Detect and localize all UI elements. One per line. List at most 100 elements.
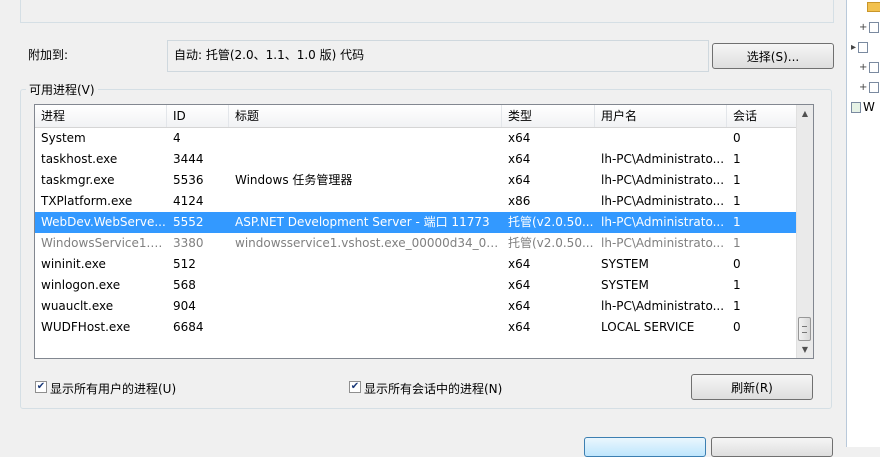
cell-user: lh-PC\Administrato... <box>601 215 725 229</box>
cell-type: x64 <box>508 257 531 271</box>
file-icon[interactable]: + <box>859 82 880 93</box>
cell-process: TXPlatform.exe <box>41 194 133 208</box>
column-header-title[interactable]: 标题 <box>229 105 502 127</box>
solution-explorer-panel: + ▸ + + W <box>846 0 880 447</box>
attach-button[interactable] <box>584 437 706 457</box>
cell-user: lh-PC\Administrato... <box>601 152 725 166</box>
column-header-process[interactable]: 进程 <box>35 105 167 127</box>
cell-process: taskmgr.exe <box>41 173 115 187</box>
cell-session: 1 <box>733 215 741 229</box>
table-row[interactable]: WindowsService1.v... 3380 windowsservice1.… <box>35 233 797 254</box>
cell-type: x86 <box>508 194 531 208</box>
cell-process: winlogon.exe <box>41 278 121 292</box>
cell-id: 5536 <box>173 173 204 187</box>
scroll-up-icon[interactable]: ▲ <box>797 105 813 122</box>
scroll-down-icon[interactable]: ▼ <box>797 341 813 358</box>
cell-title <box>229 149 502 170</box>
cell-session: 0 <box>733 131 741 145</box>
cell-type: x64 <box>508 278 531 292</box>
table-row[interactable]: wininit.exe 512 x64 SYSTEM 0 <box>35 254 797 275</box>
cell-user: SYSTEM <box>601 278 649 292</box>
vertical-scrollbar[interactable]: ▲ ▼ <box>796 105 813 358</box>
column-header-id[interactable]: ID <box>167 105 229 127</box>
cell-id: 904 <box>173 299 196 313</box>
cell-id: 4 <box>173 131 181 145</box>
cell-user: lh-PC\Administrato... <box>601 236 725 250</box>
show-all-sessions-checkbox[interactable]: ✔ <box>349 381 361 393</box>
cell-type: x64 <box>508 131 531 145</box>
column-header-type[interactable]: 类型 <box>502 105 595 127</box>
cell-title <box>229 317 502 338</box>
folder-icon <box>867 2 880 12</box>
cell-process: WebDev.WebServe... <box>41 215 166 229</box>
cell-process: taskhost.exe <box>41 152 118 166</box>
cell-title <box>229 296 502 317</box>
file-icon[interactable]: + <box>859 22 880 33</box>
cell-title: Windows 任务管理器 <box>235 173 353 187</box>
cell-type: x64 <box>508 320 531 334</box>
cell-session: 1 <box>733 236 741 250</box>
cell-process: wuauclt.exe <box>41 299 114 313</box>
top-group-box <box>20 0 834 23</box>
table-row[interactable]: WUDFHost.exe 6684 x64 LOCAL SERVICE 0 <box>35 317 797 338</box>
cell-id: 6684 <box>173 320 204 334</box>
cell-user: lh-PC\Administrato... <box>601 299 725 313</box>
cell-type: x64 <box>508 299 531 313</box>
show-all-users-label[interactable]: 显示所有用户的进程(U) <box>50 380 176 397</box>
table-row[interactable]: System 4 x64 0 <box>35 128 797 149</box>
process-list[interactable]: 进程 ID 标题 类型 用户名 会话 System 4 x64 0 taskhost.e… <box>34 104 814 359</box>
process-list-header: 进程 ID 标题 类型 用户名 会话 <box>35 105 797 128</box>
table-row[interactable]: taskhost.exe 3444 x64 lh-PC\Administrato...… <box>35 149 797 170</box>
cell-type: x64 <box>508 152 531 166</box>
cell-session: 1 <box>733 299 741 313</box>
attach-to-label: 附加到: <box>28 48 69 62</box>
select-button[interactable]: 选择(S)... <box>712 43 834 69</box>
cell-user: lh-PC\Administrato... <box>601 194 725 208</box>
project-item[interactable]: W <box>851 100 875 114</box>
table-row[interactable]: TXPlatform.exe 4124 x86 lh-PC\Administrato.… <box>35 191 797 212</box>
table-row[interactable]: wuauclt.exe 904 x64 lh-PC\Administrato... 1 <box>35 296 797 317</box>
cell-title <box>229 191 502 212</box>
cell-type: x64 <box>508 173 531 187</box>
cell-session: 1 <box>733 152 741 166</box>
cancel-button[interactable] <box>711 437 833 457</box>
cell-type: 托管(v2.0.50... <box>508 236 594 250</box>
file-icon[interactable]: ▸ <box>851 42 869 53</box>
cell-process: System <box>41 131 86 145</box>
show-all-users-checkbox[interactable]: ✔ <box>35 381 47 393</box>
show-all-sessions-label[interactable]: 显示所有会话中的进程(N) <box>364 380 502 397</box>
cell-session: 0 <box>733 320 741 334</box>
csharp-project-icon <box>851 101 861 113</box>
cell-id: 512 <box>173 257 196 271</box>
table-row[interactable]: winlogon.exe 568 x64 SYSTEM 1 <box>35 275 797 296</box>
cell-session: 1 <box>733 194 741 208</box>
cell-id: 3380 <box>173 236 204 250</box>
cell-user: SYSTEM <box>601 257 649 271</box>
cell-title: windowsservice1.vshost.exe_00000d34_01cf… <box>235 236 502 250</box>
cell-id: 5552 <box>173 215 204 229</box>
cell-id: 568 <box>173 278 196 292</box>
cell-session: 1 <box>733 173 741 187</box>
column-header-session[interactable]: 会话 <box>727 105 797 127</box>
cell-id: 3444 <box>173 152 204 166</box>
cell-session: 0 <box>733 257 741 271</box>
cell-user: lh-PC\Administrato... <box>601 173 725 187</box>
cell-title <box>229 254 502 275</box>
cell-type: 托管(v2.0.50... <box>508 215 594 229</box>
checkmark-icon: ✔ <box>36 381 46 392</box>
project-item-label: W <box>863 100 875 114</box>
cell-process: WUDFHost.exe <box>41 320 131 334</box>
cell-user: LOCAL SERVICE <box>601 320 695 334</box>
scroll-thumb[interactable] <box>798 317 811 341</box>
cell-id: 4124 <box>173 194 204 208</box>
cell-title: ASP.NET Development Server - 端口 11773 <box>235 215 490 229</box>
cell-session: 1 <box>733 278 741 292</box>
available-processes-title: 可用进程(V) <box>26 81 98 98</box>
column-header-user[interactable]: 用户名 <box>595 105 727 127</box>
table-row[interactable]: taskmgr.exe 5536 Windows 任务管理器 x64 lh-PC\Adm… <box>35 170 797 191</box>
table-row[interactable]: WebDev.WebServe... 5552 ASP.NET Developmen… <box>35 212 797 233</box>
file-icon[interactable]: + <box>859 62 880 73</box>
refresh-button[interactable]: 刷新(R) <box>691 374 813 400</box>
cell-process: wininit.exe <box>41 257 106 271</box>
checkmark-icon: ✔ <box>350 381 360 392</box>
